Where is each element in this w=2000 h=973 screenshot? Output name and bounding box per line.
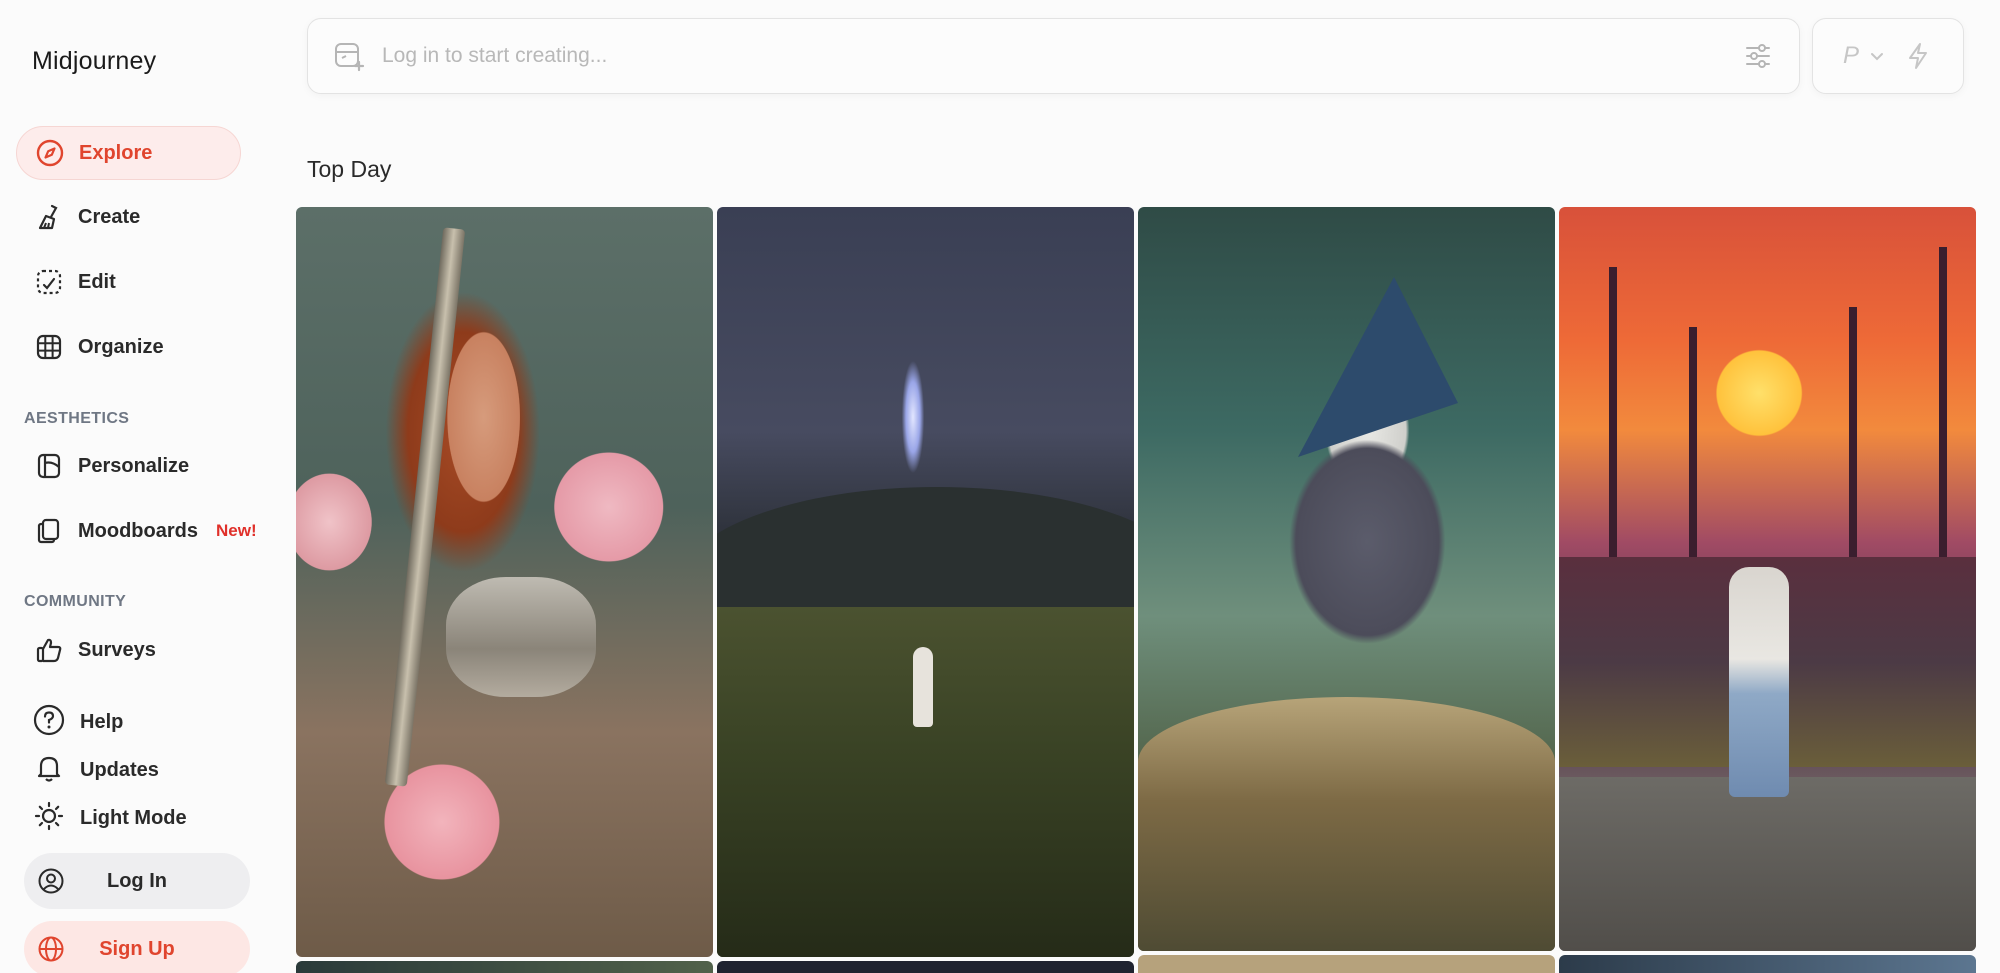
globe-icon [36, 934, 66, 964]
moodboards-icon [32, 514, 66, 548]
mode-letter: P [1843, 42, 1860, 69]
personalize-icon [32, 449, 66, 483]
gallery-image-row2-3[interactable] [1138, 955, 1555, 973]
nav-create-label: Create [78, 205, 141, 228]
palm-shape [1939, 247, 1947, 567]
login-label: Log In [107, 869, 167, 892]
lightning-icon[interactable] [1905, 41, 1931, 71]
nav-organize[interactable]: Organize [16, 320, 241, 374]
armor-shape [446, 577, 596, 697]
figure-shape [913, 647, 933, 727]
nav-create[interactable]: Create [16, 190, 241, 244]
palm-shape [1609, 267, 1617, 567]
gallery-image-pixel-street[interactable] [1559, 207, 1976, 951]
gallery-image-hillside-light[interactable] [717, 207, 1134, 957]
light-mode-label: Light Mode [80, 807, 187, 829]
section-heading-community: COMMUNITY [24, 593, 127, 610]
thumbs-up-icon [32, 633, 66, 667]
bell-icon [32, 751, 66, 790]
gallery-image-woman-peonies[interactable] [296, 207, 713, 957]
wizard-hat-shape [1298, 277, 1458, 457]
nav-moodboards[interactable]: Moodboards New! [16, 504, 266, 558]
mushroom-shape [1138, 697, 1555, 951]
palm-shape [1849, 307, 1857, 567]
section-heading-aesthetics: AESTHETICS [24, 410, 130, 427]
settings-sliders-icon[interactable] [1741, 39, 1775, 73]
nav-updates-label: Updates [80, 759, 159, 781]
sidebar: Midjourney Explore Create Edit Organize … [0, 0, 270, 973]
signup-label: Sign Up [99, 937, 175, 960]
palm-shape [1689, 327, 1697, 567]
grid-icon [32, 330, 66, 364]
nav-surveys[interactable]: Surveys [16, 623, 241, 677]
app-logo[interactable]: Midjourney [32, 47, 156, 76]
new-badge: New! [216, 521, 257, 540]
gallery-image-row2-4[interactable] [1559, 955, 1976, 973]
sword-shape [384, 227, 466, 787]
nav-surveys-label: Surveys [78, 638, 156, 661]
sun-icon [32, 799, 66, 838]
add-image-icon[interactable] [332, 39, 366, 73]
prompt-bar [307, 18, 1800, 94]
walking-man-shape [1729, 567, 1789, 797]
mode-selector[interactable]: P [1812, 18, 1964, 94]
nav-edit-label: Edit [78, 270, 116, 293]
brush-icon [32, 200, 66, 234]
nav-moodboards-label: Moodboards [78, 519, 198, 542]
nav-explore[interactable]: Explore [16, 126, 241, 180]
user-circle-icon [36, 866, 66, 896]
login-button[interactable]: Log In [24, 853, 250, 909]
image-gallery [296, 207, 1976, 973]
prompt-input[interactable] [382, 44, 1741, 68]
gallery-image-wizard[interactable] [1138, 207, 1555, 951]
nav-explore-label: Explore [79, 141, 153, 164]
edit-frame-icon [32, 265, 66, 299]
nav-organize-label: Organize [78, 335, 164, 358]
nav-edit[interactable]: Edit [16, 255, 241, 309]
chevron-down-icon[interactable] [1869, 48, 1885, 64]
compass-icon [33, 136, 67, 170]
road-shape [1559, 777, 1976, 951]
gallery-image-row2-1[interactable] [296, 961, 713, 973]
nav-personalize-label: Personalize [78, 454, 190, 477]
nav-help[interactable]: Help [32, 703, 123, 742]
signup-button[interactable]: Sign Up [24, 921, 250, 973]
nav-help-label: Help [80, 711, 124, 733]
feed-title: Top Day [307, 156, 392, 182]
light-mode-toggle[interactable]: Light Mode [32, 799, 187, 838]
nav-personalize[interactable]: Personalize [16, 439, 241, 493]
nav-updates[interactable]: Updates [32, 751, 159, 790]
help-icon [32, 703, 66, 742]
gallery-image-row2-2[interactable] [717, 961, 1134, 973]
